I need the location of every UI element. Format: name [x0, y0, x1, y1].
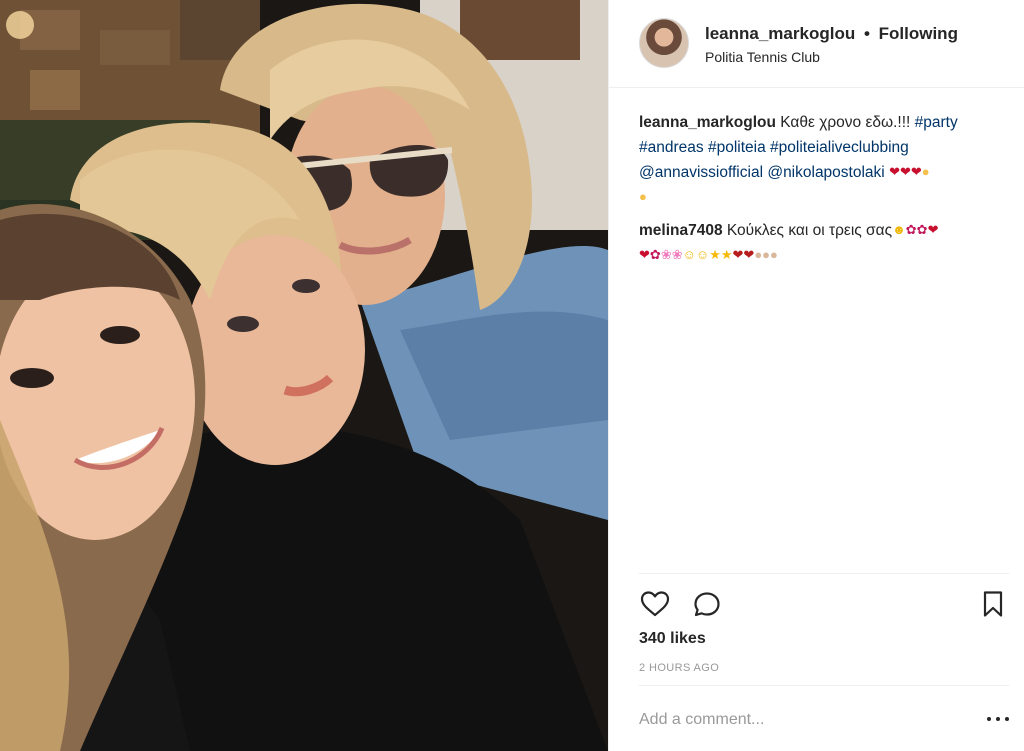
star-emoji-icon: ★: [720, 247, 733, 262]
hashtag-andreas[interactable]: #andreas: [639, 139, 704, 156]
smile-emoji-icon: ☺: [695, 247, 710, 262]
comment-bubble-icon: [694, 592, 720, 617]
broken-heart-emoji-icon: ❤: [743, 247, 755, 262]
blossom-emoji-icon: ❀: [671, 247, 683, 262]
hashtag-politeialiveclubbing[interactable]: #politeialiveclubbing: [770, 139, 909, 156]
heart-emoji-icon: ❤: [927, 222, 939, 237]
post-timestamp[interactable]: 2 HOURS AGO: [639, 662, 719, 674]
dot: [987, 717, 991, 721]
bookmark-icon: [983, 591, 1003, 617]
post-actions: 340 likes 2 HOURS AGO: [639, 573, 1009, 685]
hand-emoji-icon: ●: [762, 247, 771, 262]
selfie-image: [0, 0, 608, 751]
caption-username[interactable]: leanna_markoglou: [639, 114, 776, 131]
kiss-face-emoji-icon: ☻: [892, 222, 906, 237]
caption-text: Καθε χρονο εδω.!!!: [780, 114, 911, 131]
comment-text: Κούκλες και οι τρεις σας: [726, 222, 893, 239]
avatar[interactable]: [639, 18, 689, 68]
hand-emoji-icon: ●: [770, 247, 778, 262]
hand-emoji-icon: ●: [639, 189, 647, 204]
dot: [1005, 717, 1009, 721]
dot: [996, 717, 1000, 721]
blossom-emoji-icon: ❀: [660, 247, 672, 262]
heart-emoji-icon: ❤: [910, 164, 922, 179]
likes-count[interactable]: 340 likes: [639, 630, 706, 648]
add-comment-input[interactable]: [639, 708, 959, 732]
heart-emoji-icon: ❤: [889, 164, 900, 179]
location-link[interactable]: Politia Tennis Club: [705, 49, 820, 65]
comments-list: leanna_markoglou Καθε χρονο εδω.!!! #par…: [639, 110, 1009, 276]
comment-button[interactable]: [691, 588, 723, 620]
header-username[interactable]: leanna_markoglou: [705, 24, 855, 43]
follow-status-button[interactable]: Following: [879, 24, 958, 43]
hashtag-party[interactable]: #party: [915, 114, 958, 131]
header-user-row: leanna_markoglou • Following: [705, 24, 958, 44]
like-button[interactable]: [639, 588, 671, 620]
more-options-icon[interactable]: [987, 708, 1009, 730]
comment-username[interactable]: melina7408: [639, 222, 723, 239]
hand-emoji-icon: ●: [921, 164, 930, 179]
caption-comment: leanna_markoglou Καθε χρονο εδω.!!! #par…: [639, 110, 1009, 210]
post-header: leanna_markoglou • Following Politia Ten…: [609, 0, 1024, 88]
post-photo[interactable]: [0, 0, 608, 751]
add-comment-bar: [639, 685, 1009, 751]
mention-nikolapostolaki[interactable]: @nikolapostolaki: [767, 164, 884, 181]
hand-emoji-icon: ●: [754, 247, 763, 262]
save-button[interactable]: [977, 588, 1009, 620]
star-emoji-icon: ★: [709, 247, 721, 262]
comment-item: melina7408 Κούκλες και οι τρεις σας☻✿✿❤ …: [639, 218, 1009, 268]
lips-emoji-icon: ✿: [916, 222, 928, 237]
broken-heart-emoji-icon: ❤: [732, 247, 744, 262]
post-details-panel: leanna_markoglou • Following Politia Ten…: [608, 0, 1024, 751]
lips-emoji-icon: ✿: [649, 247, 661, 262]
heart-emoji-icon: ❤: [899, 164, 911, 179]
heart-outline-icon: [640, 591, 670, 617]
lips-emoji-icon: ✿: [905, 222, 917, 237]
smile-emoji-icon: ☺: [682, 247, 696, 262]
hashtag-politeia[interactable]: #politeia: [708, 139, 766, 156]
mention-annavissiofficial[interactable]: @annavissiofficial: [639, 164, 763, 181]
separator-dot: •: [863, 24, 870, 43]
heart-emoji-icon: ❤: [639, 247, 650, 262]
